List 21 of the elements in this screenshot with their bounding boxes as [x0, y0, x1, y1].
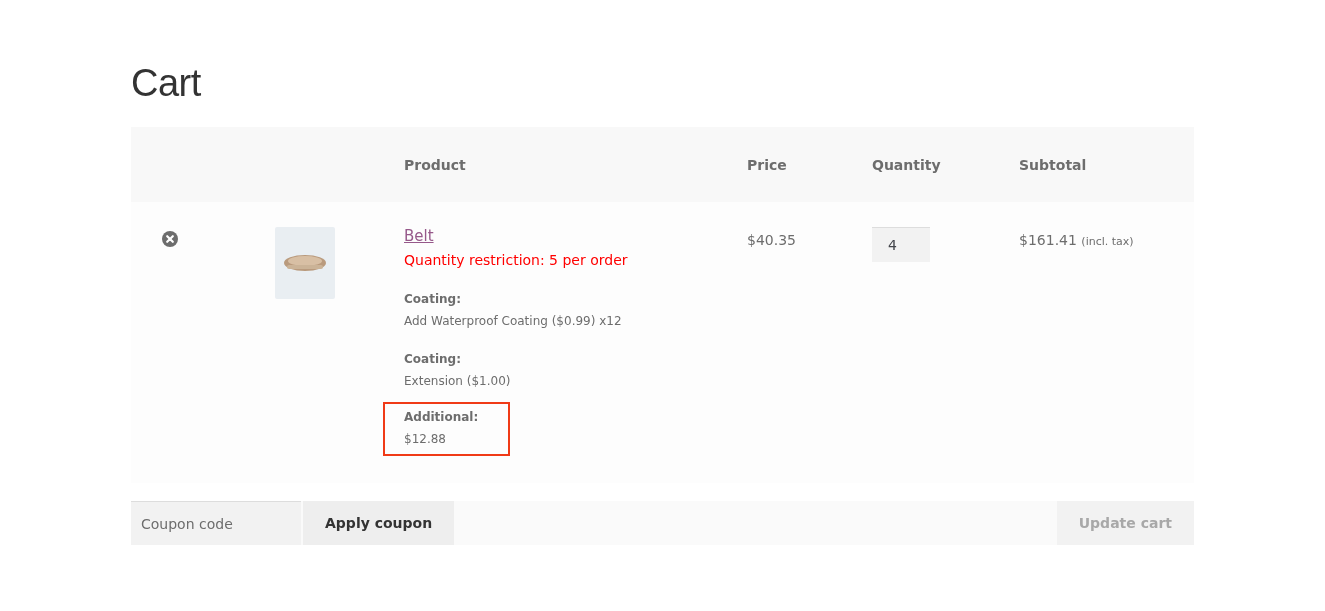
subtotal: $161.41	[1019, 232, 1077, 248]
meta-label: Coating:	[404, 352, 462, 366]
quantity-field[interactable]: 4	[872, 227, 930, 262]
apply-coupon-button[interactable]: Apply coupon	[303, 501, 455, 545]
product-link[interactable]: Belt	[404, 227, 434, 245]
meta-value: $12.88	[404, 432, 447, 446]
column-header: Subtotal	[1019, 157, 1087, 173]
restriction-notice: Quantity restriction: 5 per order	[404, 252, 629, 268]
price: $40.35	[747, 232, 796, 248]
product-thumbnail[interactable]	[275, 227, 335, 299]
meta-label: Coating:	[404, 292, 462, 306]
column-header: Price	[747, 157, 787, 173]
remove-icon[interactable]	[162, 231, 178, 247]
meta-value: Extension ($1.00)	[404, 374, 511, 388]
column-header: Product	[404, 157, 466, 173]
tax-note: (incl. tax)	[1081, 235, 1134, 248]
coupon-field[interactable]: Coupon code	[131, 501, 301, 545]
meta-value: Add Waterproof Coating ($0.99) x12	[404, 314, 622, 328]
page-title: Cart	[131, 62, 202, 105]
column-header: Quantity	[872, 157, 941, 173]
meta-label: Additional:	[404, 410, 479, 424]
